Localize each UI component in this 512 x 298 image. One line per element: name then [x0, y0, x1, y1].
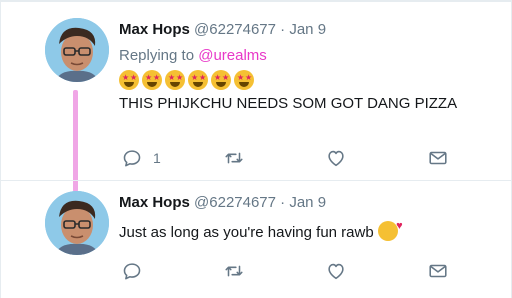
like-button[interactable]	[325, 260, 427, 282]
author-handle[interactable]: @62274677	[194, 194, 276, 211]
star-struck-emoji-icon: ★ ★	[211, 70, 231, 90]
separator: ·	[280, 194, 286, 211]
tweet-1[interactable]: Max Hops @62274677 · Jan 9 Replying to @…	[1, 8, 512, 192]
retweet-button[interactable]	[223, 147, 325, 169]
star-struck-emoji-icon: ★ ★	[188, 70, 208, 90]
avatar[interactable]	[45, 191, 109, 255]
tweet-header: Max Hops @62274677 · Jan 9	[119, 20, 501, 40]
star-struck-emoji-icon: ★ ★	[165, 70, 185, 90]
reply-count: 1	[153, 150, 161, 166]
heart-icon	[325, 147, 347, 169]
author-name[interactable]: Max Hops	[119, 194, 190, 211]
retweet-icon	[223, 260, 245, 282]
retweet-button[interactable]	[223, 260, 325, 282]
direct-message-button[interactable]	[427, 147, 449, 169]
tweet-2[interactable]: Max Hops @62274677 · Jan 9 Just as long …	[1, 180, 512, 298]
replying-prefix: Replying to	[119, 47, 195, 64]
tweet-actions: 1	[121, 146, 451, 170]
emoji-row: ★ ★ ★ ★ ★ ★ ★ ★ ★ ★ ★ ★	[119, 70, 501, 92]
tweet-text: THIS PHIJKCHU NEEDS SOM GOT DANG PIZZA	[119, 95, 458, 112]
tweet-text-row: Just as long as you're having fun rawb	[119, 216, 501, 243]
reply-icon	[121, 147, 143, 169]
direct-message-icon	[427, 147, 449, 169]
divider	[1, 0, 512, 2]
direct-message-button[interactable]	[427, 260, 449, 282]
author-name[interactable]: Max Hops	[119, 21, 190, 38]
star-struck-emoji-icon: ★ ★	[119, 70, 139, 90]
tweet-actions	[121, 259, 451, 283]
heart-icon	[325, 260, 347, 282]
reply-button[interactable]	[121, 260, 223, 282]
face-blowing-kiss-emoji-icon	[377, 216, 403, 241]
reply-button[interactable]: 1	[121, 147, 223, 169]
tweet-date[interactable]: Jan 9	[289, 21, 326, 38]
avatar[interactable]	[45, 18, 109, 82]
avatar-photo	[45, 18, 109, 82]
star-struck-emoji-icon: ★ ★	[234, 70, 254, 90]
mention-link[interactable]: @urealms	[198, 47, 267, 64]
author-handle[interactable]: @62274677	[194, 21, 276, 38]
tweet-content: Max Hops @62274677 · Jan 9 Replying to @…	[119, 20, 501, 114]
tweet-header: Max Hops @62274677 · Jan 9	[119, 193, 501, 213]
tweet-thread: Max Hops @62274677 · Jan 9 Replying to @…	[0, 0, 512, 298]
retweet-icon	[223, 147, 245, 169]
reply-icon	[121, 260, 143, 282]
star-struck-emoji-icon: ★ ★	[142, 70, 162, 90]
avatar-photo	[45, 191, 109, 255]
tweet-date[interactable]: Jan 9	[289, 194, 326, 211]
separator: ·	[280, 21, 286, 38]
tweet-text: Just as long as you're having fun rawb	[119, 224, 374, 241]
tweet-content: Max Hops @62274677 · Jan 9 Just as long …	[119, 193, 501, 243]
thread-connector	[73, 90, 78, 192]
like-button[interactable]	[325, 147, 427, 169]
replying-to: Replying to @urealms	[119, 46, 501, 66]
direct-message-icon	[427, 260, 449, 282]
